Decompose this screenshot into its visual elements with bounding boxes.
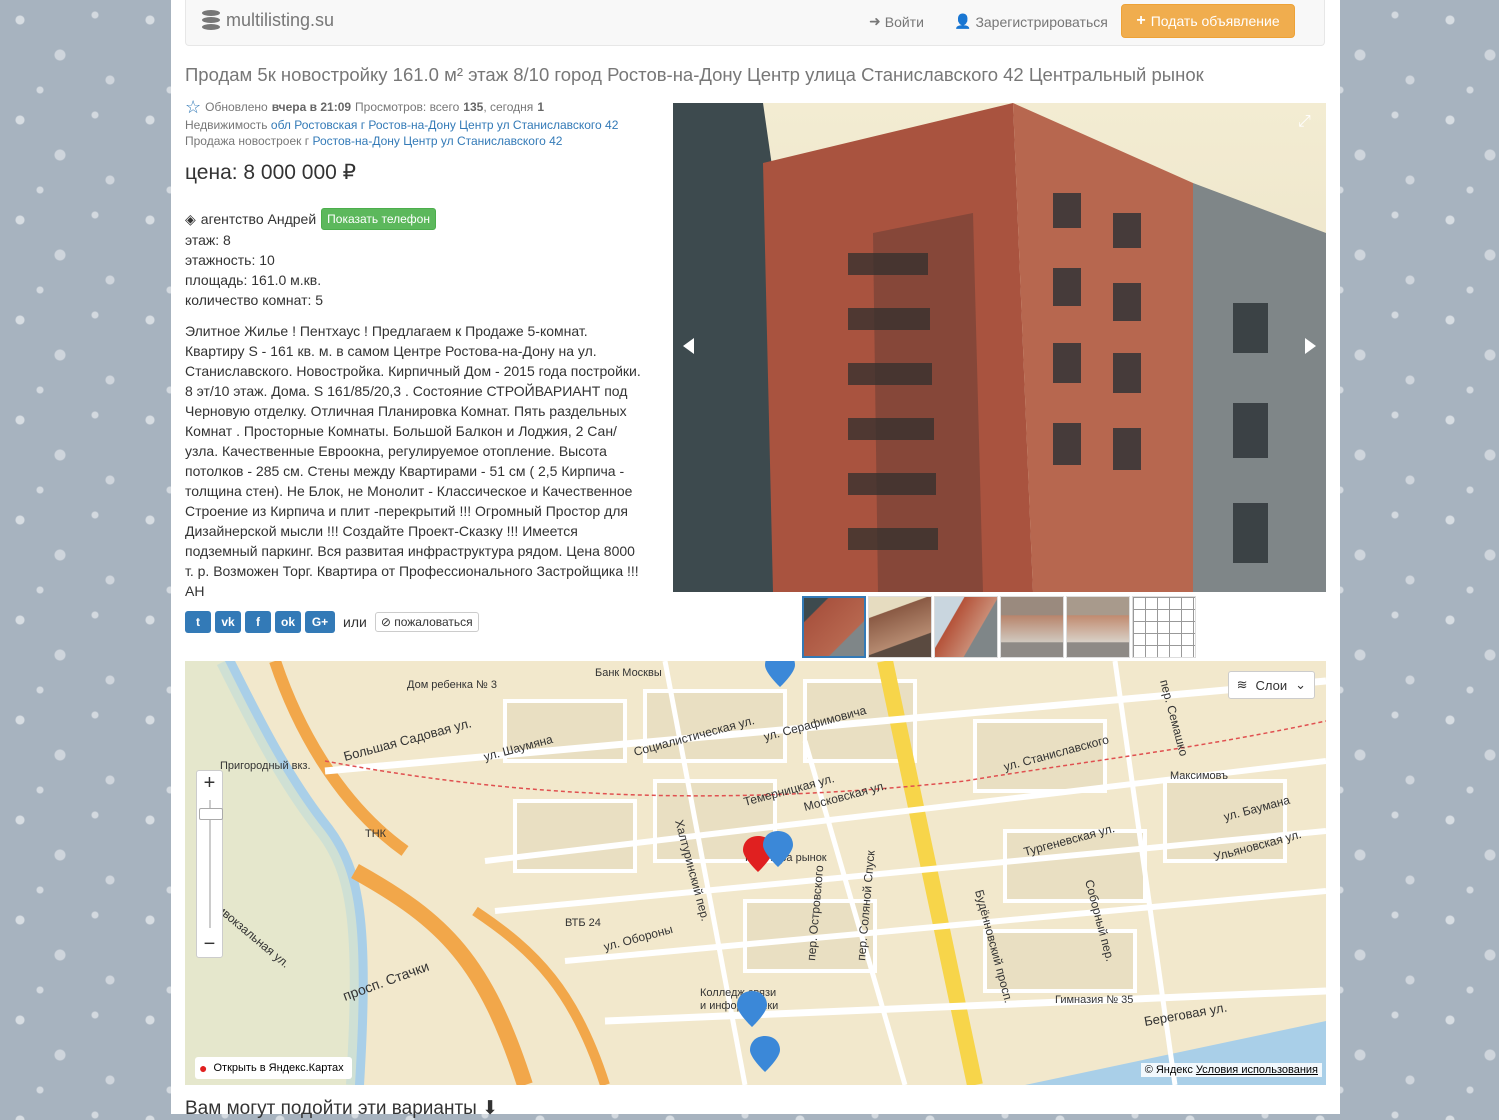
svg-text:Максимовъ: Максимовъ xyxy=(1170,770,1228,782)
copyright-label: © Яндекс xyxy=(1144,1064,1193,1076)
twitter-icon[interactable]: t xyxy=(185,611,211,633)
layers-label: Слои xyxy=(1255,677,1288,693)
svg-text:Дом ребенка № 3: Дом ребенка № 3 xyxy=(407,679,497,691)
agency-row: ◈ агентство Андрей Показать телефон xyxy=(185,208,436,230)
plus-icon: + xyxy=(1136,12,1146,29)
map[interactable]: ул. Шаумяна ул. Серафимовича Темерницкая… xyxy=(185,661,1326,1085)
layers-dropdown[interactable]: ≋ Слои ⌄ xyxy=(1227,671,1315,699)
star-icon[interactable]: ☆ xyxy=(185,98,201,116)
vk-icon[interactable]: vk xyxy=(215,611,241,633)
svg-text:ВТБ 24: ВТБ 24 xyxy=(565,917,601,929)
svg-text:ТНК: ТНК xyxy=(365,828,387,840)
svg-text:Гимназия № 35: Гимназия № 35 xyxy=(1055,994,1133,1006)
zoom-in-button[interactable]: + xyxy=(197,771,222,796)
breadcrumb: Недвижимость обл Ростовская г Ростов-на-… xyxy=(185,118,618,132)
breadcrumb-secondary-prefix: Продажа новостроек г xyxy=(185,134,310,148)
brand-link[interactable]: multilisting.su xyxy=(202,9,334,31)
map-canvas: ул. Шаумяна ул. Серафимовича Темерницкая… xyxy=(185,661,1326,1085)
views-today: 1 xyxy=(537,100,544,114)
cube-icon: ◈ xyxy=(185,210,196,227)
floors-total: этажность: 10 xyxy=(185,252,275,268)
thumbnail[interactable] xyxy=(934,596,998,658)
brand-label: multilisting.su xyxy=(226,9,335,30)
views-total: 135 xyxy=(463,100,484,114)
login-label: Войти xyxy=(884,13,924,30)
post-ad-button[interactable]: + Подать объявление xyxy=(1121,4,1295,38)
sign-in-icon: ➜ xyxy=(869,13,881,29)
database-icon xyxy=(202,9,220,31)
breadcrumb-address-link[interactable]: Центр ул Станиславского 42 xyxy=(459,118,618,132)
register-link[interactable]: 👤 Зарегистрироваться xyxy=(954,13,1108,30)
show-phone-button[interactable]: Показать телефон xyxy=(321,208,436,230)
rooms: количество комнат: 5 xyxy=(185,292,324,308)
open-in-yandex-maps-button[interactable]: ● Открыть в Яндекс.Картах xyxy=(195,1057,352,1079)
thumbnail[interactable] xyxy=(1132,596,1196,658)
listing-stats: ☆ Обновлено вчера в 21:09 Просмотров: вс… xyxy=(185,98,544,116)
building-photo xyxy=(673,103,1326,592)
zoom-out-button[interactable]: − xyxy=(197,932,222,957)
register-label: Зарегистрироваться xyxy=(975,13,1108,30)
complain-button[interactable]: ⊘ пожаловаться xyxy=(374,612,479,632)
ban-icon: ⊘ xyxy=(380,615,391,629)
page-container: multilisting.su ➜ Войти 👤 Зарегистрирова… xyxy=(171,0,1340,1119)
map-pin-icon: ● xyxy=(199,1060,208,1076)
or-label: или xyxy=(343,614,367,630)
photo-gallery[interactable]: ⤢ xyxy=(673,103,1326,592)
page-title: Продам 5к новостройку 161.0 м² этаж 8/10… xyxy=(185,64,1204,85)
svg-text:Пригородный вкз.: Пригородный вкз. xyxy=(220,760,311,772)
breadcrumb-secondary-link[interactable]: Ростов-на-Дону Центр ул Станиславского 4… xyxy=(312,134,562,148)
layers-icon: ≋ xyxy=(1236,677,1248,692)
breadcrumb-secondary: Продажа новостроек г Ростов-на-Дону Цент… xyxy=(185,134,562,148)
navbar: multilisting.su ➜ Войти 👤 Зарегистрирова… xyxy=(185,0,1325,46)
views-label: Просмотров: всего xyxy=(355,100,460,114)
svg-text:Колледж связи: Колледж связи xyxy=(700,987,776,999)
odnoklassniki-icon[interactable]: ok xyxy=(275,611,301,633)
user-plus-icon: 👤 xyxy=(954,13,972,29)
facebook-icon[interactable]: f xyxy=(245,611,271,633)
suggestions-heading: Вам могут подойти эти варианты ⬇ xyxy=(185,1097,498,1120)
post-ad-label: Подать объявление xyxy=(1150,13,1280,29)
map-copyright: © Яндекс Условия использования xyxy=(1140,1063,1322,1077)
svg-text:Банк Москвы: Банк Москвы xyxy=(595,667,662,679)
updated-label: Обновлено xyxy=(205,100,268,114)
updated-value: вчера в 21:09 xyxy=(271,100,352,114)
terms-of-use-link[interactable]: Условия использования xyxy=(1196,1064,1318,1076)
price: цена: 8 000 000 ₽ xyxy=(185,161,357,184)
previous-photo-icon[interactable] xyxy=(683,338,694,354)
zoom-control: + − xyxy=(196,770,223,958)
hand-down-icon: ⬇ xyxy=(482,1098,499,1119)
complain-label: пожаловаться xyxy=(394,615,473,629)
thumbnail[interactable] xyxy=(1066,596,1130,658)
thumbnail[interactable] xyxy=(868,596,932,658)
thumbnail[interactable] xyxy=(802,596,866,658)
login-link[interactable]: ➜ Войти xyxy=(869,13,924,30)
area: площадь: 161.0 м.кв. xyxy=(185,272,322,288)
zoom-slider[interactable] xyxy=(198,800,223,928)
open-in-yandex-maps-label: Открыть в Яндекс.Картах xyxy=(213,1062,344,1074)
zoom-slider-handle[interactable] xyxy=(198,808,223,820)
thumbnail-strip xyxy=(802,596,1196,658)
share-bar: t vk f ok G+ или ⊘ пожаловаться xyxy=(185,611,479,633)
breadcrumb-region-link[interactable]: обл Ростовская г Ростов-на-Дону xyxy=(271,118,456,132)
agency-name: агентство Андрей xyxy=(200,211,317,227)
google-plus-icon[interactable]: G+ xyxy=(305,611,335,633)
next-photo-icon[interactable] xyxy=(1305,338,1316,354)
floor: этаж: 8 xyxy=(185,232,231,248)
fullscreen-icon[interactable]: ⤢ xyxy=(1298,113,1314,130)
chevron-down-icon: ⌄ xyxy=(1295,677,1306,692)
description: Элитное Жилье ! Пентхаус ! Предлагаем к … xyxy=(185,323,641,599)
suggestions-heading-label: Вам могут подойти эти варианты xyxy=(185,1098,477,1119)
breadcrumb-prefix: Недвижимость xyxy=(185,118,268,132)
thumbnail[interactable] xyxy=(1000,596,1064,658)
views-today-label: , сегодня xyxy=(483,100,534,114)
